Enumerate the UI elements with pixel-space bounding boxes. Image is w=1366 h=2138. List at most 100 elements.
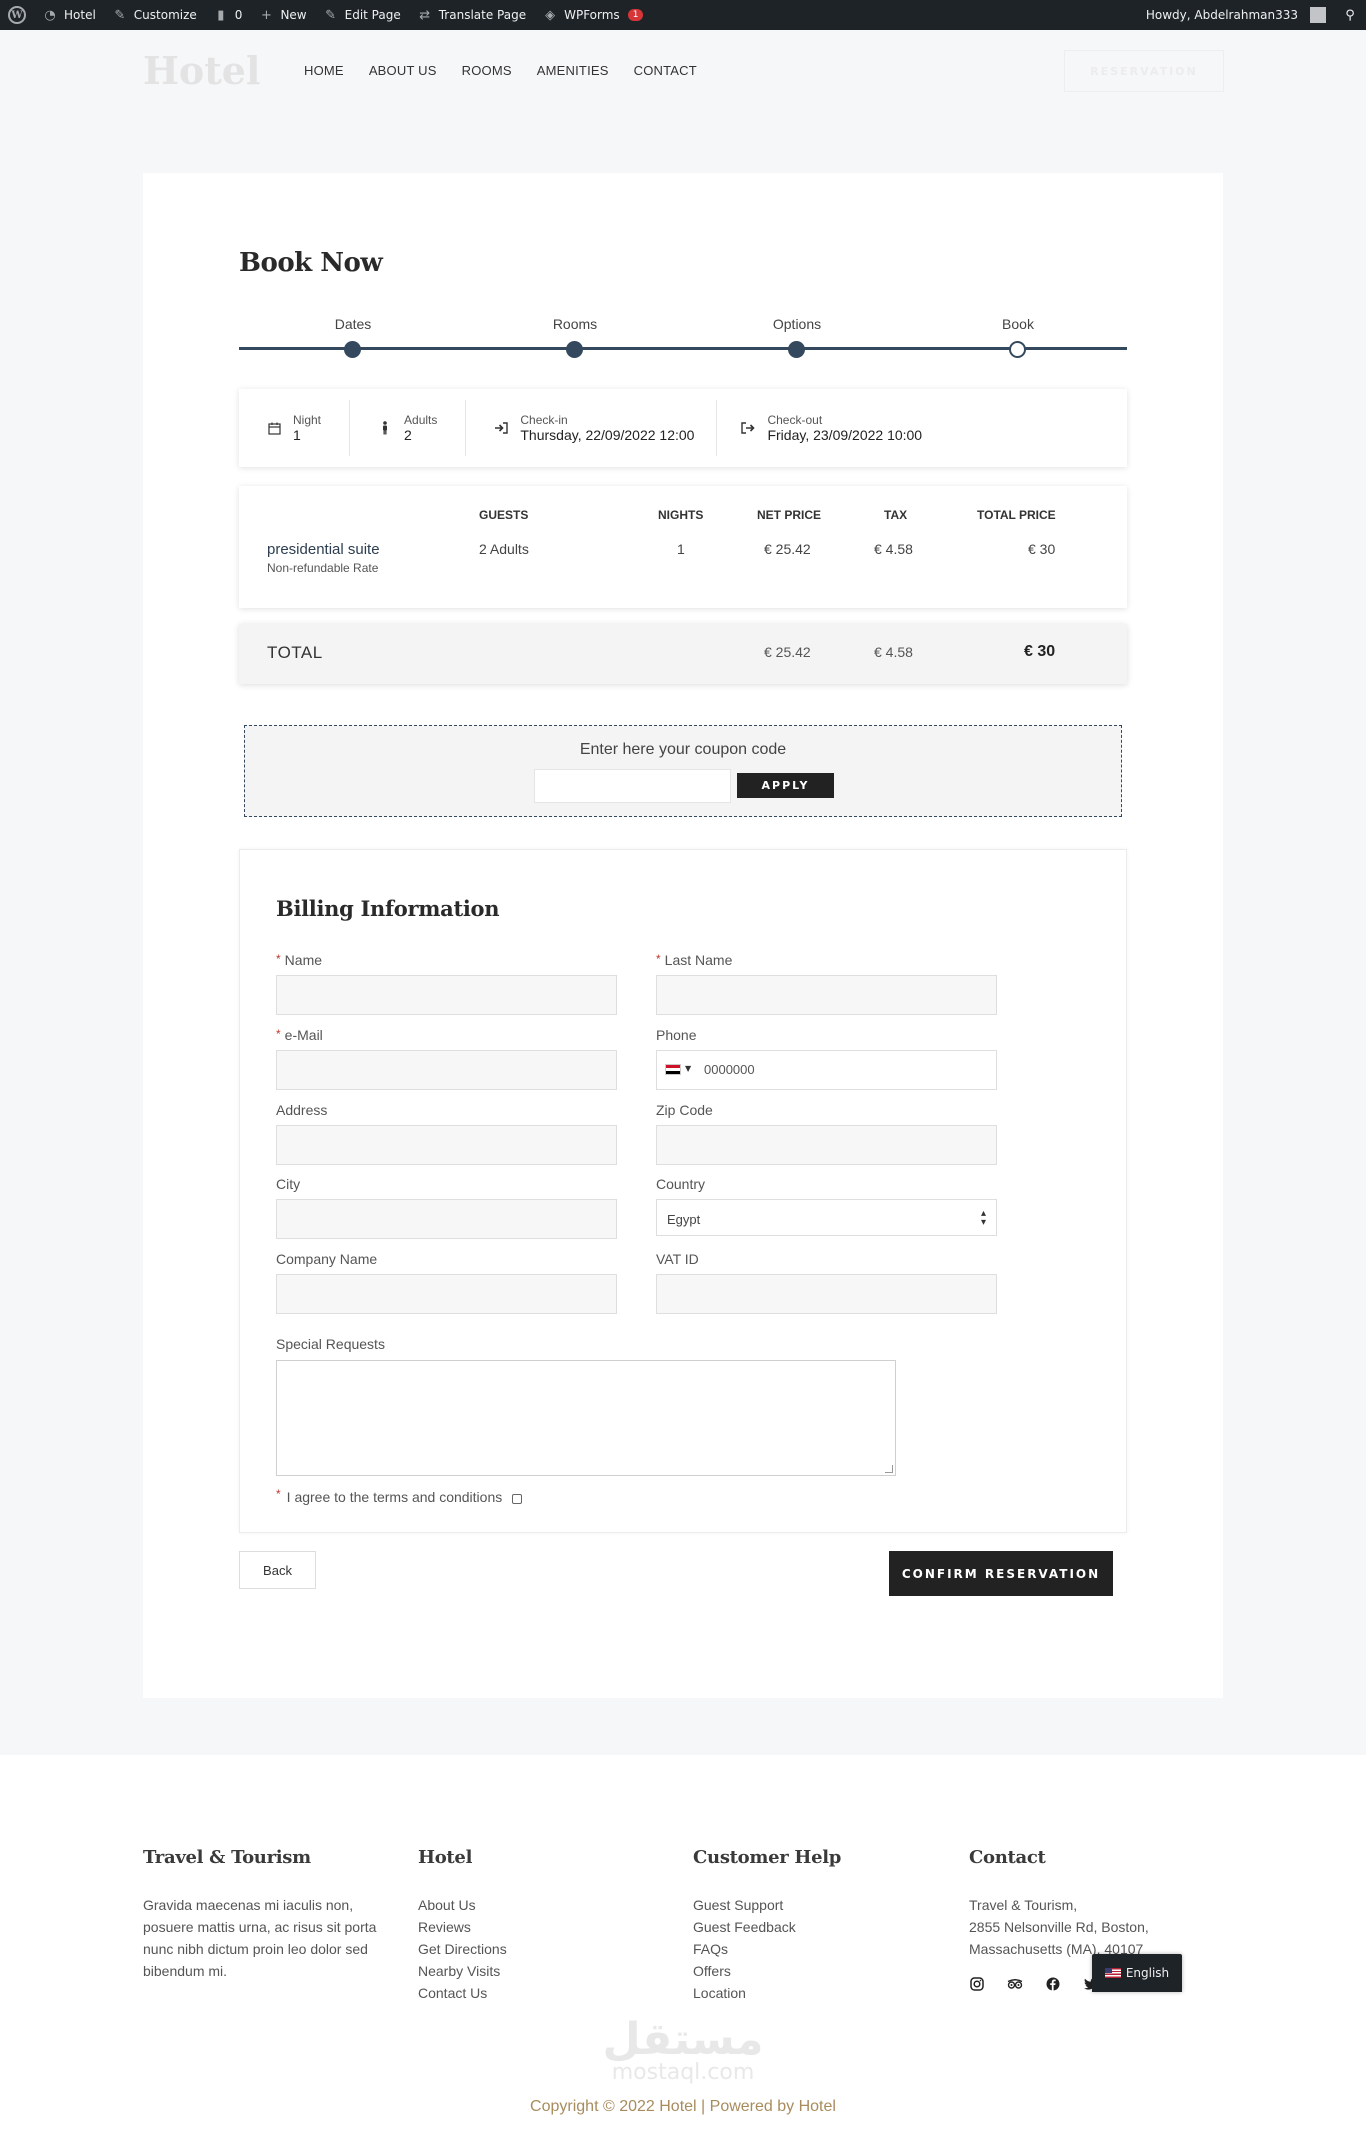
vat-input[interactable]	[656, 1274, 997, 1314]
footer-address-line: 2855 Nelsonville Rd, Boston,	[969, 1919, 1149, 1935]
reservation-button[interactable]: RESERVATION	[1064, 50, 1224, 92]
footer-heading: Customer Help	[693, 1847, 842, 1868]
summary-checkout: Check-out Friday, 23/09/2022 10:00	[717, 400, 950, 456]
footer-link[interactable]: Guest Support	[693, 1894, 933, 1916]
summary-night: Night 1	[239, 400, 351, 456]
facebook-icon[interactable]	[1045, 1976, 1061, 1992]
required-mark: *	[276, 1487, 281, 1501]
wordpress-menu[interactable]: W	[0, 0, 34, 30]
apply-coupon-button[interactable]: APPLY	[737, 773, 834, 798]
footer-link[interactable]: Guest Feedback	[693, 1916, 933, 1938]
footer-link[interactable]: FAQs	[693, 1938, 933, 1960]
total-label: TOTAL	[267, 643, 323, 662]
adults-label: Adults	[404, 413, 438, 427]
footer-link[interactable]: Reviews	[418, 1916, 658, 1938]
city-input[interactable]	[276, 1199, 617, 1239]
sign-in-icon	[494, 421, 509, 435]
address-input[interactable]	[276, 1125, 617, 1165]
column-header-net-price: NET PRICE	[757, 508, 822, 522]
admin-site-link[interactable]: ◔ Hotel	[34, 0, 104, 30]
site-logo[interactable]: Hotel	[143, 48, 260, 93]
admin-customize-link[interactable]: ✎ Customize	[104, 0, 205, 30]
step-dot	[566, 341, 583, 358]
admin-howdy-label: Howdy, Abdelrahman333	[1145, 8, 1298, 22]
night-label: Night	[293, 413, 322, 427]
special-requests-textarea[interactable]	[276, 1360, 896, 1476]
room-tax: € 4.58	[874, 541, 913, 557]
last-name-label-text: Last Name	[664, 952, 733, 968]
special-requests-label: Special Requests	[276, 1336, 385, 1352]
step-dates[interactable]: Dates	[293, 316, 413, 358]
step-dot-current	[1009, 341, 1026, 358]
admin-account-menu[interactable]: Howdy, Abdelrahman333	[1138, 0, 1334, 30]
nav-about-us[interactable]: ABOUT US	[369, 63, 437, 78]
nav-rooms[interactable]: ROOMS	[462, 63, 512, 78]
admin-wpforms-link[interactable]: ◈ WPForms 1	[534, 0, 651, 30]
footer-link[interactable]: Get Directions	[418, 1938, 658, 1960]
watermark-arabic: مستقل	[602, 2014, 764, 2065]
egypt-flag-icon[interactable]	[665, 1064, 681, 1075]
admin-new-link[interactable]: + New	[250, 0, 314, 30]
step-dot	[788, 341, 805, 358]
footer-link[interactable]: About Us	[418, 1894, 658, 1916]
notification-badge: 1	[627, 9, 644, 21]
booking-summary: Night 1 Adults 2 Check-in Thursday, 22/09/2…	[239, 389, 1127, 467]
confirm-reservation-button[interactable]: CONFIRM RESERVATION	[889, 1551, 1113, 1596]
booking-stepper: Dates Rooms Options Book	[239, 316, 1127, 358]
phone-placeholder: 0000000	[704, 1062, 755, 1077]
room-net-price: € 25.42	[764, 541, 811, 557]
admin-search-button[interactable]: ⚲	[1334, 0, 1366, 30]
admin-translate-link[interactable]: ⇄ Translate Page	[409, 0, 534, 30]
email-input[interactable]	[276, 1050, 617, 1090]
total-row: TOTAL € 25.42 € 4.58 € 30	[239, 624, 1127, 684]
name-input[interactable]	[276, 975, 617, 1015]
footer-link[interactable]: Contact Us	[418, 1982, 658, 2004]
zip-input[interactable]	[656, 1125, 997, 1165]
avatar	[1310, 7, 1326, 23]
tripadvisor-icon[interactable]	[1007, 1976, 1023, 1992]
address-label: Address	[276, 1102, 328, 1118]
footer-link[interactable]: Location	[693, 1982, 933, 2004]
column-header-total-price: TOTAL PRICE	[977, 508, 1056, 522]
us-flag-icon	[1104, 1968, 1121, 1978]
instagram-icon[interactable]	[969, 1976, 985, 1992]
total-tax: € 4.58	[874, 644, 913, 660]
billing-title: Billing Information	[276, 896, 500, 921]
admin-comments-count: 0	[234, 8, 243, 22]
search-icon: ⚲	[1345, 7, 1355, 23]
city-label: City	[276, 1176, 301, 1192]
name-label-text: Name	[284, 952, 323, 968]
footer-link[interactable]: Offers	[693, 1960, 933, 1982]
coupon-box: Enter here your coupon code APPLY	[244, 725, 1122, 817]
step-options[interactable]: Options	[737, 316, 857, 358]
language-switcher[interactable]: English	[1092, 1954, 1182, 1992]
room-name: presidential suite	[267, 541, 380, 558]
resize-handle-icon[interactable]	[885, 1465, 893, 1473]
nav-amenities[interactable]: AMENITIES	[537, 63, 609, 78]
email-label: * e-Mail	[276, 1027, 323, 1043]
nav-home[interactable]: HOME	[304, 63, 344, 78]
terms-row: * I agree to the terms and conditions	[276, 1487, 523, 1505]
nav-contact[interactable]: CONTACT	[634, 63, 697, 78]
diamond-icon: ◈	[545, 7, 556, 23]
step-rooms[interactable]: Rooms	[515, 316, 635, 358]
step-label: Rooms	[552, 316, 598, 332]
phone-input[interactable]: ▼ 0000000	[656, 1050, 997, 1090]
last-name-input[interactable]	[656, 975, 997, 1015]
back-button[interactable]: Back	[239, 1551, 316, 1589]
site-footer: Travel & Tourism Gravida maecenas mi iac…	[0, 1755, 1366, 2138]
country-select[interactable]: Egypt ▴ ▾	[656, 1199, 997, 1236]
pencil-icon: ✎	[325, 7, 337, 23]
admin-comments-link[interactable]: ▮ 0	[205, 0, 251, 30]
stepper-line	[239, 347, 1127, 350]
room-nights: 1	[677, 541, 685, 557]
name-label: * Name	[276, 952, 322, 968]
coupon-input[interactable]	[534, 769, 731, 803]
select-arrows-icon: ▴ ▾	[980, 1208, 986, 1228]
total-net-price: € 25.42	[764, 644, 811, 660]
terms-checkbox[interactable]	[512, 1493, 523, 1504]
footer-link[interactable]: Nearby Visits	[418, 1960, 658, 1982]
admin-edit-page-link[interactable]: ✎ Edit Page	[315, 0, 409, 30]
company-input[interactable]	[276, 1274, 617, 1314]
required-mark: *	[656, 952, 661, 966]
